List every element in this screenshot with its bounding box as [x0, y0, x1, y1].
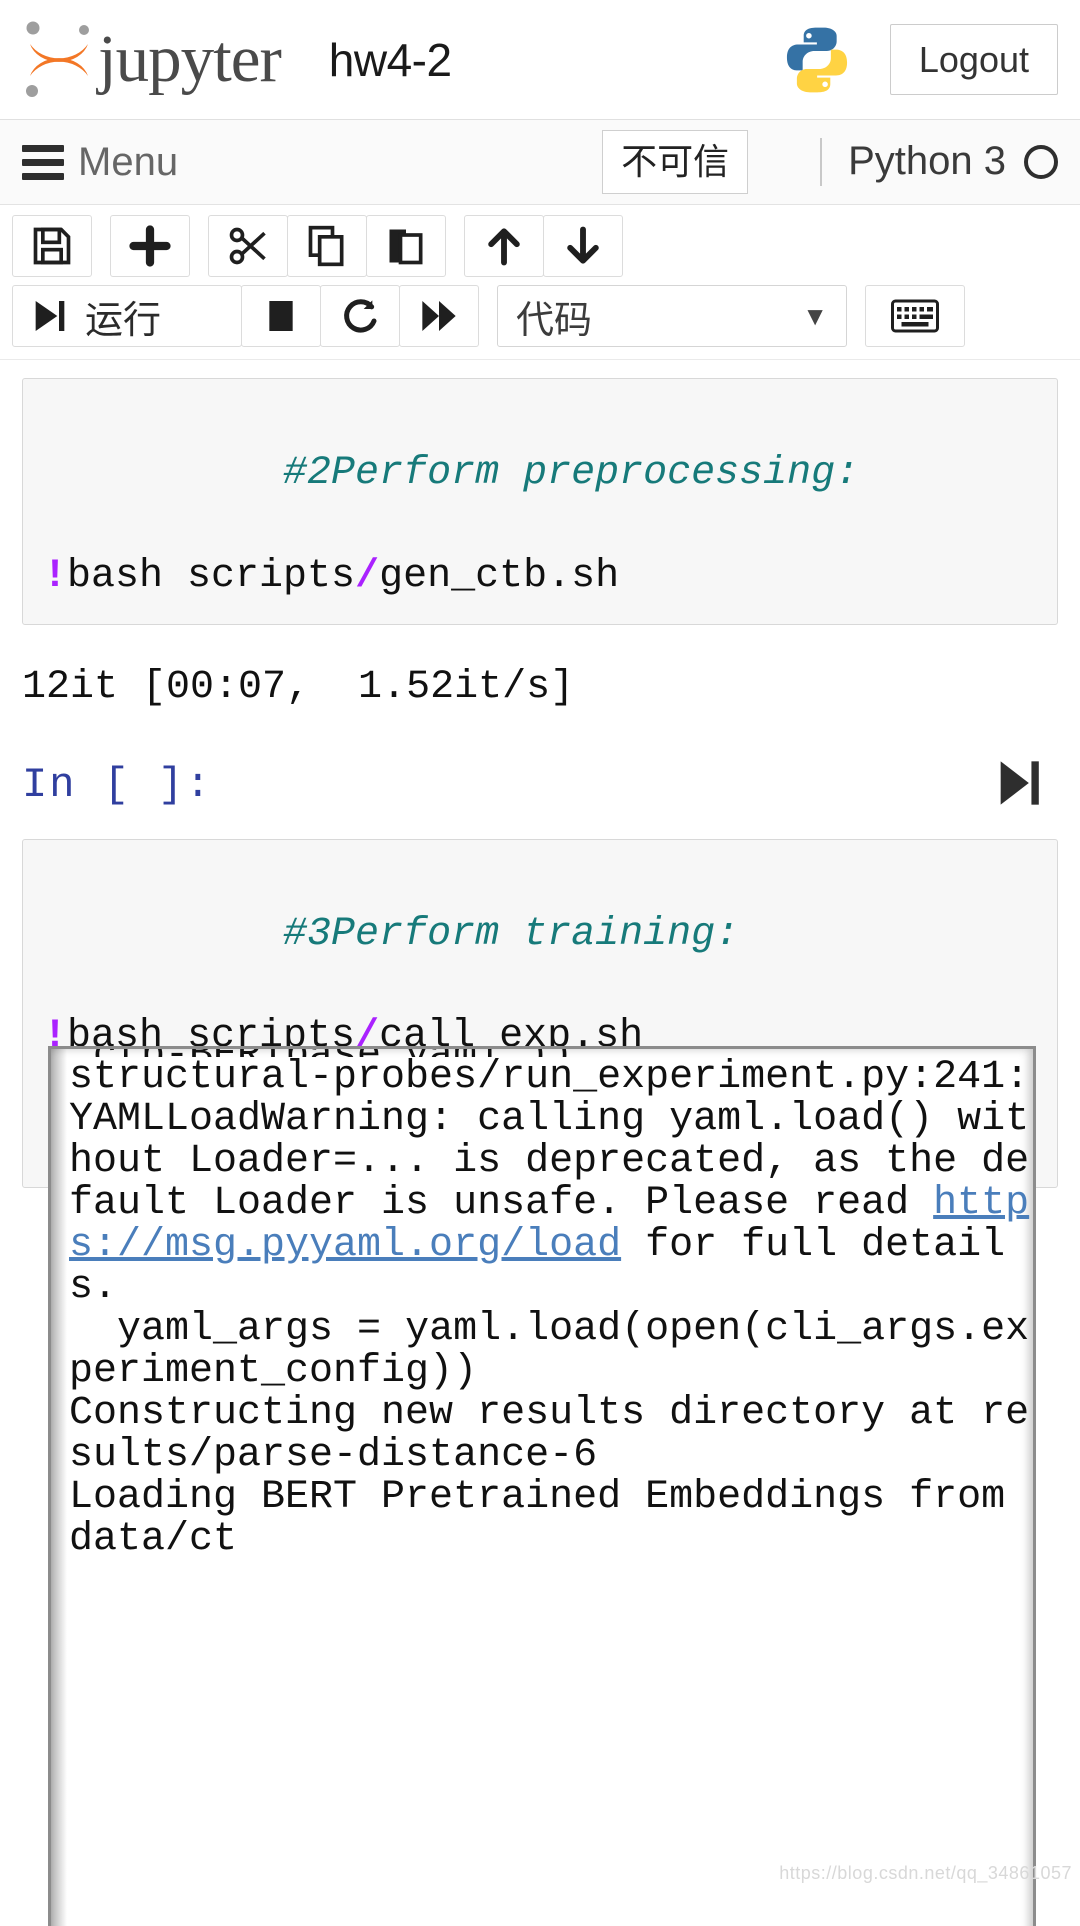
save-button[interactable]	[12, 215, 92, 277]
cell-preprocessing: #2Perform preprocessing: !bash scripts/g…	[0, 378, 1080, 625]
logout-button[interactable]: Logout	[889, 23, 1058, 96]
copy-cell-button[interactable]	[287, 215, 367, 277]
python-logo-icon	[786, 27, 847, 92]
output-text-part-2: for full details. yaml_args = yaml.load(…	[69, 1223, 1030, 1562]
jupyter-notebook-page: jupyter hw4-2 Logout Menu 不可信 Python 3 运…	[0, 0, 1080, 1926]
jupyter-logo-icon	[26, 21, 89, 97]
run-this-cell-button[interactable]	[992, 756, 1058, 815]
output-stream-text: structural-probes/run_experiment.py:241:…	[69, 1057, 1033, 1561]
restart-and-run-all-button[interactable]	[399, 285, 479, 347]
chevron-down-icon: ▼	[802, 300, 828, 331]
paste-cell-button[interactable]	[366, 215, 446, 277]
toolbar-group-move	[464, 215, 623, 277]
cell-type-value: 代码	[516, 299, 593, 342]
command-palette-button[interactable]	[865, 285, 965, 347]
toolbar-group-run: 运行	[12, 285, 479, 347]
move-cell-up-button[interactable]	[464, 215, 544, 277]
scissors-icon	[229, 227, 266, 265]
run-step-icon	[1000, 761, 1039, 805]
cut-cell-button[interactable]	[208, 215, 288, 277]
keyboard-icon	[891, 299, 939, 333]
insert-cell-below-button[interactable]	[110, 215, 190, 277]
code-comment-line: #3Perform training:	[43, 858, 1037, 1012]
hamburger-icon	[22, 144, 64, 180]
watermark-text: https://blog.csdn.net/qq_34861057	[779, 1863, 1072, 1883]
code-segment-before-slash: bash scripts	[67, 553, 356, 599]
code-segment-after-slash: gen_ctb.sh	[379, 553, 620, 599]
stop-square-icon	[269, 301, 293, 331]
notebook-title[interactable]: hw4-2	[329, 33, 452, 87]
move-cell-down-button[interactable]	[543, 215, 623, 277]
header-right-group: Logout	[780, 21, 1058, 99]
plus-icon	[129, 225, 171, 267]
kernel-idle-circle-icon[interactable]	[1024, 144, 1058, 179]
toolbar-group-save	[12, 215, 92, 277]
copy-icon	[308, 225, 344, 267]
menu-label: Menu	[78, 139, 179, 184]
run-step-icon	[35, 301, 65, 331]
paste-icon	[389, 229, 423, 265]
trust-status-badge[interactable]: 不可信	[602, 130, 749, 194]
code-editor-preprocessing[interactable]: #2Perform preprocessing: !bash scripts/g…	[22, 378, 1058, 625]
code-command-line: !bash scripts/gen_ctb.sh	[43, 551, 1037, 602]
floppy-disk-icon	[33, 227, 71, 265]
app-header: jupyter hw4-2 Logout	[0, 0, 1080, 120]
path-slash-token: /	[355, 553, 380, 599]
jupyter-logo[interactable]: jupyter	[22, 18, 282, 102]
output-text-part-1: structural-probes/run_experiment.py:241:…	[69, 1055, 1030, 1226]
cell-output-preprocessing: 12it [00:07, 1.52it/s]	[22, 664, 575, 710]
toolbar-row-1	[12, 215, 1068, 277]
run-cell-button[interactable]: 运行	[12, 285, 242, 347]
separator	[820, 137, 823, 186]
cell-type-select[interactable]: 代码 ▼	[497, 285, 847, 347]
restart-kernel-button[interactable]	[320, 285, 400, 347]
scrolled-output-content: _ctb-BERTbase.yaml')) structural-probes/…	[51, 1049, 1033, 1561]
input-prompt-label: In [ ]:	[22, 761, 213, 810]
arrow-down-icon	[567, 226, 599, 264]
cell-prompt-row-training: In [ ]:	[0, 720, 1080, 821]
scrolled-output-panel[interactable]: _ctb-BERTbase.yaml')) structural-probes/…	[48, 1046, 1036, 1926]
toolbar-row-2: 运行 代码 ▼	[12, 285, 1068, 347]
toolbar-group-clipboard	[208, 215, 446, 277]
menu-toggle[interactable]: Menu	[22, 140, 178, 185]
jupyter-wordmark: jupyter	[98, 22, 282, 96]
notebook-toolbar: 运行 代码 ▼	[0, 205, 1080, 360]
menu-right-group: 不可信 Python 3	[602, 130, 1058, 194]
toolbar-group-insert	[110, 215, 190, 277]
run-button-label: 运行	[85, 299, 162, 342]
menu-bar: Menu 不可信 Python 3	[0, 120, 1080, 205]
arrow-up-icon	[488, 228, 520, 266]
comment-text: #3Perform training:	[283, 911, 740, 957]
comment-text: #2Perform preprocessing:	[283, 451, 860, 497]
shell-bang-token: !	[43, 553, 68, 599]
kernel-name-label: Python 3	[848, 139, 1006, 184]
interrupt-kernel-button[interactable]	[241, 285, 321, 347]
fast-forward-icon	[422, 301, 456, 331]
code-comment-line: #2Perform preprocessing:	[43, 397, 1037, 551]
toolbar-group-keyboard	[865, 285, 965, 347]
restart-circular-arrow-icon	[344, 299, 377, 333]
